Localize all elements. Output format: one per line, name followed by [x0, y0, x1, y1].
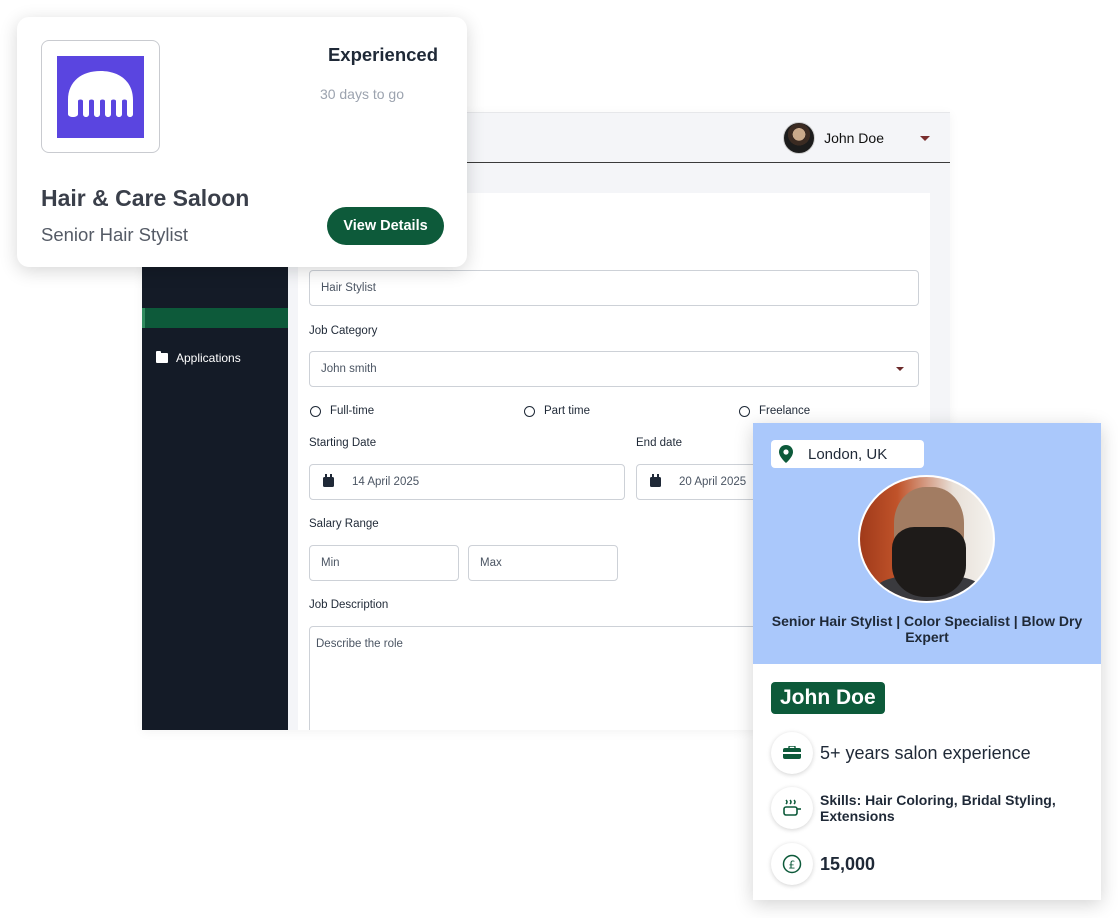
salary-range-label: Salary Range: [309, 518, 379, 530]
job-category-value: John smith: [321, 363, 377, 375]
starting-date-label: Starting Date: [309, 437, 377, 449]
job-title-input[interactable]: Hair Stylist: [309, 270, 919, 306]
radio-circle-icon[interactable]: [524, 405, 535, 417]
candidate-profile-card: London, UK Senior Hair Stylist | Color S…: [753, 423, 1101, 900]
job-description-placeholder: Describe the role: [316, 638, 403, 650]
job-title-value: Hair Stylist: [321, 282, 376, 294]
salary-row: £ 15,000: [771, 843, 875, 885]
job-description-label: Job Description: [309, 599, 389, 611]
end-date-label: End date: [636, 437, 683, 449]
chevron-down-icon[interactable]: [896, 367, 904, 371]
company-logo: [41, 40, 160, 153]
calendar-icon: [323, 474, 334, 487]
salary-text: 15,000: [820, 853, 876, 874]
location-pin-icon: [779, 445, 793, 463]
sidebar-item-applications[interactable]: Applications: [156, 351, 241, 365]
skills-text: Skills: Hair Coloring, Bridal Styling, E…: [820, 792, 1056, 824]
job-card: Experienced 30 days to go Hair & Care Sa…: [17, 17, 467, 267]
end-date-value: 20 April 2025: [679, 476, 747, 488]
profile-photo-image: [860, 477, 993, 601]
user-menu[interactable]: John Doe: [783, 122, 930, 154]
view-details-button[interactable]: View Details: [327, 207, 444, 245]
starting-date-input[interactable]: 14 April 2025: [309, 464, 625, 500]
chevron-down-icon[interactable]: [920, 135, 930, 141]
briefcase-icon: [771, 732, 813, 774]
radio-full-time[interactable]: Full-time: [310, 405, 374, 417]
user-name[interactable]: John Doe: [824, 130, 884, 146]
folder-icon: [156, 351, 168, 363]
deadline-text: 30 days to go: [319, 86, 404, 102]
salary-max-placeholder: Max: [480, 557, 502, 569]
sidebar-item-label: Applications: [176, 351, 241, 365]
radio-label: Part time: [544, 405, 591, 417]
company-name: Hair & Care Saloon: [41, 185, 250, 211]
experience-row: 5+ years salon experience: [771, 732, 1031, 774]
radio-freelance[interactable]: Freelance: [739, 405, 810, 417]
experience-level: Experienced: [327, 44, 438, 65]
profile-headline: Senior Hair Stylist | Color Specialist |…: [771, 613, 1083, 645]
job-role: Senior Hair Stylist: [41, 224, 189, 245]
experience-text: 5+ years salon experience: [820, 742, 1031, 763]
salary-max-input[interactable]: Max: [468, 545, 618, 581]
user-avatar[interactable]: [783, 122, 816, 154]
salary-min-placeholder: Min: [321, 557, 340, 569]
location-pill: London, UK: [771, 440, 924, 468]
radio-label: Freelance: [759, 405, 811, 417]
profile-photo: [858, 475, 995, 603]
radio-circle-icon[interactable]: [739, 405, 750, 417]
skills-row: Skills: Hair Coloring, Bridal Styling, E…: [771, 787, 1080, 829]
radio-label: Full-time: [330, 405, 375, 417]
pound-coin-icon: £: [771, 843, 813, 885]
profile-header: London, UK Senior Hair Stylist | Color S…: [753, 423, 1101, 664]
radio-circle-icon[interactable]: [310, 405, 321, 417]
starting-date-value: 14 April 2025: [352, 476, 420, 488]
location-text: London, UK: [808, 445, 888, 463]
cooking-pot-icon: [771, 787, 813, 829]
kraken-logo-icon: [57, 55, 144, 138]
photo-beard: [892, 527, 966, 597]
candidate-name: John Doe: [771, 682, 885, 714]
radio-part-time[interactable]: Part time: [524, 405, 590, 417]
salary-min-input[interactable]: Min: [309, 545, 459, 581]
job-category-label: Job Category: [309, 325, 378, 337]
job-category-select[interactable]: John smith: [309, 351, 919, 387]
svg-text:£: £: [789, 858, 796, 871]
calendar-icon: [650, 474, 661, 487]
sidebar-item-active[interactable]: [142, 308, 288, 328]
